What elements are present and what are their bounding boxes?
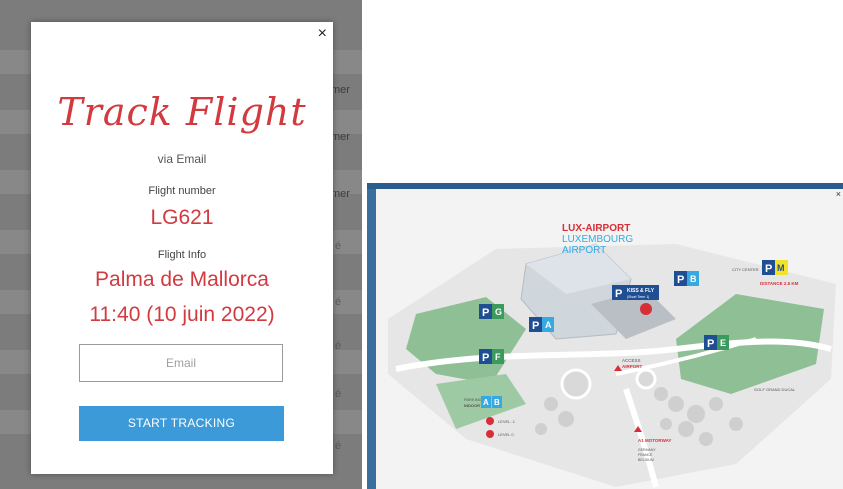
- parking-m-letter: M: [777, 263, 785, 273]
- level-minus1-label: LEVEL -1: [498, 419, 516, 424]
- dest-belgium: BELGIUM: [638, 458, 654, 462]
- airport-map: LUX-AIRPORT LUXEMBOURG AIRPORT P G P A P…: [388, 223, 836, 488]
- left-screenshot: mer mer mer é é é é é × Track Flight via…: [0, 0, 362, 489]
- track-flight-modal: × Track Flight via Email Flight number L…: [31, 22, 333, 474]
- parking-p-glyph: P: [615, 288, 622, 300]
- distance-label: DISTANCE 2.5 KM: [760, 281, 799, 286]
- kiss-fly-label: KISS & FLY: [627, 288, 655, 294]
- parking-p-glyph: P: [707, 338, 714, 350]
- level-0-label: LEVEL 0: [498, 432, 514, 437]
- roundabout: [635, 368, 657, 390]
- modal-subtitle: via Email: [157, 152, 207, 166]
- golf-label: GOLF GRAND DUCAL: [754, 387, 796, 392]
- access-label: ACCESS: [622, 358, 641, 363]
- parking-p-glyph: P: [532, 320, 539, 332]
- access-airport-label: AIRPORT: [622, 364, 643, 369]
- parking-b-letter: B: [690, 274, 697, 284]
- city-center-label: CITY CENTER: [732, 267, 759, 272]
- brand-line-2: LUXEMBOURG: [562, 234, 633, 245]
- background-cell: é: [335, 296, 342, 308]
- parking-a-letter: A: [545, 320, 552, 330]
- parking-f-letter: F: [495, 352, 501, 362]
- email-field[interactable]: [79, 344, 283, 382]
- flight-number-label: Flight number: [148, 185, 216, 197]
- background-cell: é: [335, 340, 342, 352]
- background-cell: é: [335, 388, 342, 400]
- destination-value: Palma de Mallorca: [95, 268, 269, 291]
- parking-p-glyph: P: [482, 307, 489, 319]
- roundabout: [560, 368, 592, 400]
- flight-info-label: Flight Info: [157, 249, 207, 261]
- close-icon[interactable]: ×: [318, 26, 327, 42]
- background-cell: mer: [331, 131, 350, 143]
- window-side-bar: [367, 189, 376, 489]
- parking-p-glyph: P: [765, 263, 772, 275]
- parking-g-letter: G: [495, 307, 502, 317]
- background-cell: é: [335, 240, 342, 252]
- parking-p-glyph: P: [482, 352, 489, 364]
- parking-indoor-label: PARKING: [464, 397, 482, 402]
- kiss-fly-sublabel: (Short Term 1): [627, 295, 649, 299]
- dest-germany: GERMANY: [638, 448, 656, 452]
- indoor-a-letter: A: [483, 398, 489, 407]
- departure-value: 11:40 (10 juin 2022): [89, 303, 275, 326]
- dest-france: FRANCE: [638, 453, 653, 457]
- level-minus1-icon: [486, 417, 494, 425]
- right-screenshot: × LUX-AIRPORT LUXEMBOURG AIRPORT P G P A…: [367, 183, 843, 489]
- indoor-b-letter: B: [494, 398, 500, 407]
- car-icon: [640, 303, 652, 315]
- background-cell: é: [335, 440, 342, 452]
- level-0-icon: [486, 430, 494, 438]
- background-cell: mer: [331, 84, 350, 96]
- flight-number-value: LG621: [150, 206, 214, 229]
- brand-line-1: LUX-AIRPORT: [562, 223, 630, 234]
- brand-line-3: AIRPORT: [562, 245, 606, 256]
- parking-p-glyph: P: [677, 274, 684, 286]
- background-cell: mer: [331, 188, 350, 200]
- parking-e-letter: E: [720, 338, 726, 348]
- parking-indoor-sublabel: INDOOR: [464, 403, 480, 408]
- start-tracking-button[interactable]: START TRACKING: [79, 406, 284, 441]
- modal-title: Track Flight: [57, 90, 307, 134]
- motorway-label: A1 MOTORWAY: [638, 438, 671, 443]
